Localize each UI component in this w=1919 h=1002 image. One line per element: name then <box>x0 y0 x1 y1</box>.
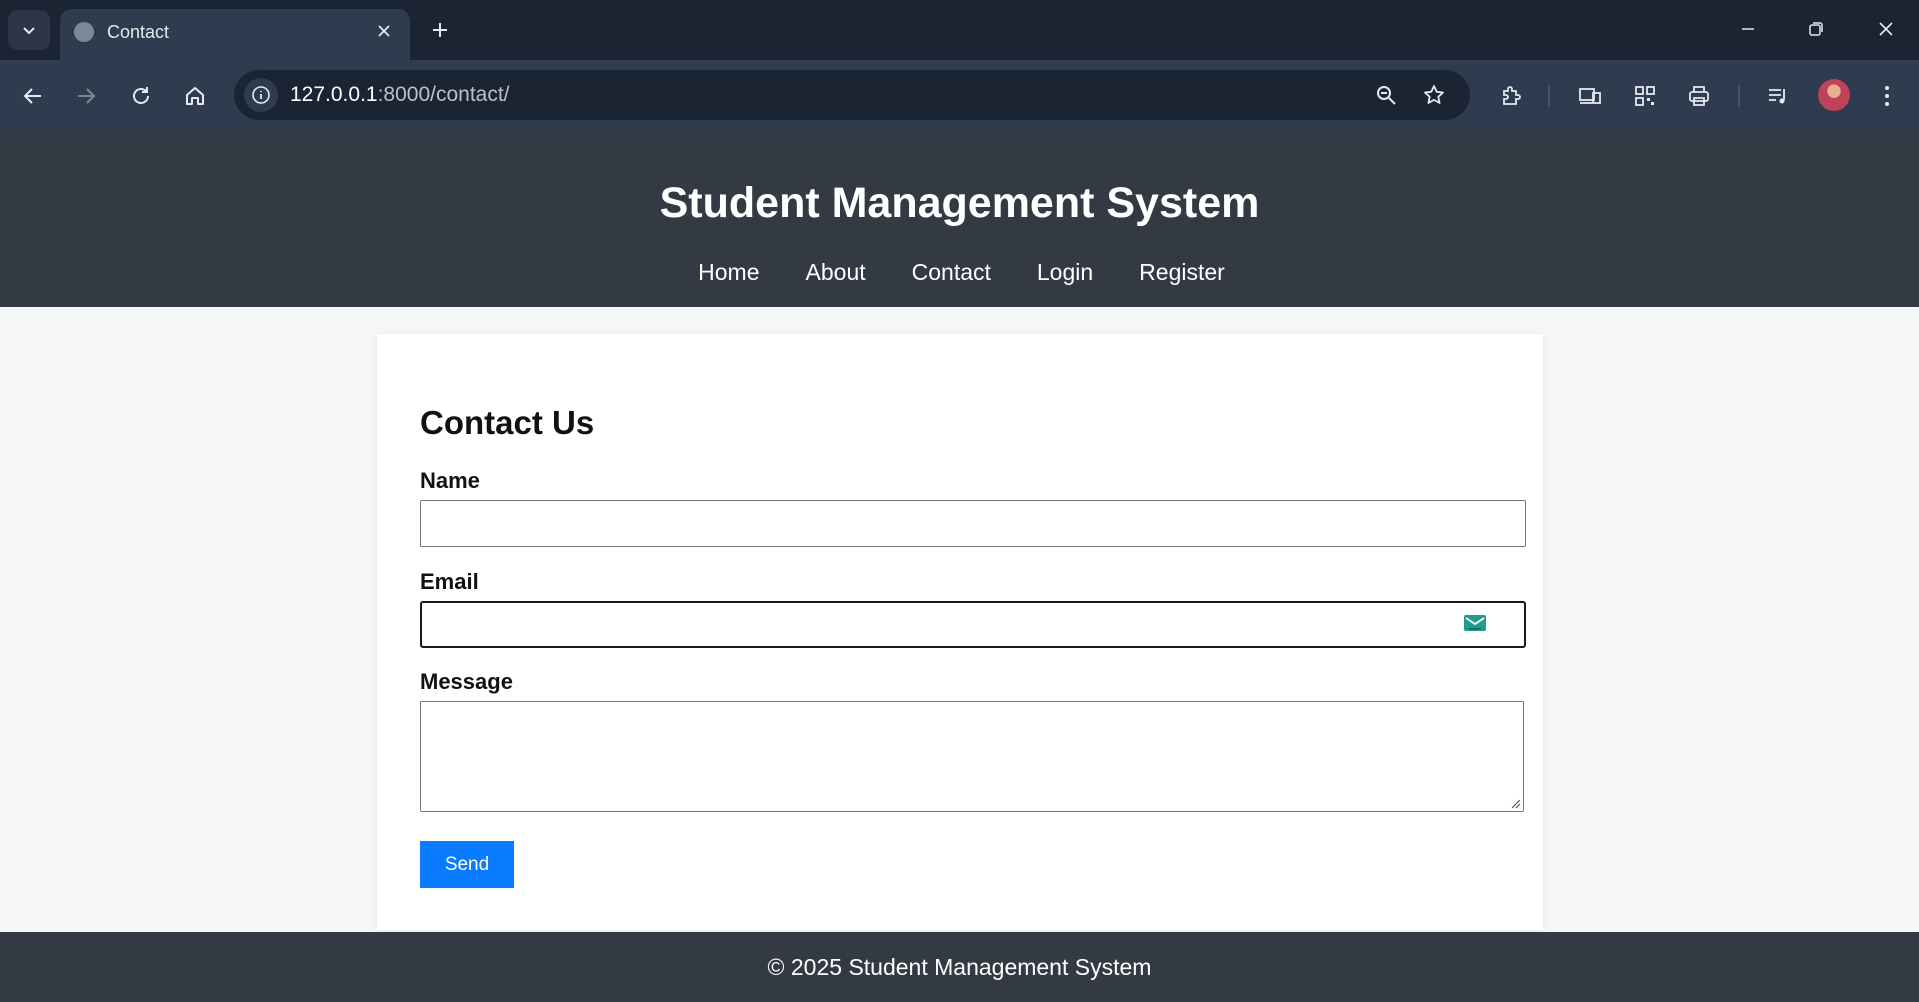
browser-menu-button[interactable] <box>1869 78 1905 114</box>
browser-tab-strip: Contact <box>0 0 1919 60</box>
arrow-left-icon <box>23 88 41 104</box>
cast-devices-button[interactable] <box>1572 78 1608 114</box>
restore-window-button[interactable] <box>1788 8 1844 50</box>
profile-avatar[interactable] <box>1818 79 1850 111</box>
browser-toolbar: 127.0.0.1:8000/contact/ <box>0 60 1919 129</box>
url-path: :8000/contact/ <box>377 83 510 106</box>
minimize-icon <box>1742 28 1754 30</box>
message-label: Message <box>420 669 513 694</box>
restore-icon <box>1809 22 1823 36</box>
nav-link-register[interactable]: Register <box>1139 259 1225 286</box>
new-tab-button[interactable] <box>424 14 456 46</box>
reload-button[interactable] <box>121 76 161 116</box>
kebab-menu-icon <box>1885 86 1889 106</box>
contact-card: Contact Us Name Email Message Send <box>377 334 1543 930</box>
chevron-down-icon <box>23 27 35 35</box>
zoom-button[interactable] <box>1370 79 1402 111</box>
extensions-button[interactable] <box>1493 78 1529 114</box>
minimize-window-button[interactable] <box>1720 8 1776 50</box>
address-bar[interactable]: 127.0.0.1:8000/contact/ <box>234 70 1470 120</box>
nav-link-contact[interactable]: Contact <box>912 259 991 286</box>
name-input[interactable] <box>420 500 1526 547</box>
close-icon <box>1879 22 1893 36</box>
toolbar-separator <box>1548 85 1550 107</box>
info-icon <box>252 86 270 104</box>
site-info-button[interactable] <box>244 78 278 112</box>
nav-link-home[interactable]: Home <box>698 259 759 286</box>
message-textarea[interactable] <box>420 701 1524 812</box>
tab-search-button[interactable] <box>8 10 50 50</box>
footer-copyright: © 2025 Student Management System <box>767 954 1152 980</box>
tab-title: Contact <box>107 22 170 42</box>
url-text: 127.0.0.1:8000/contact/ <box>290 83 510 107</box>
plus-icon <box>433 23 447 37</box>
puzzle-icon <box>1503 86 1521 105</box>
email-input[interactable] <box>420 601 1526 648</box>
printer-icon <box>1689 86 1709 106</box>
contact-heading: Contact Us <box>420 404 595 441</box>
nav-link-about[interactable]: About <box>806 259 866 286</box>
home-icon <box>186 87 204 105</box>
email-autofill-icon[interactable] <box>1464 615 1486 631</box>
site-header: Student Management System Home About Con… <box>0 129 1919 307</box>
send-button[interactable]: Send <box>420 841 514 888</box>
home-button[interactable] <box>175 76 215 116</box>
star-icon <box>1424 85 1444 104</box>
devices-icon <box>1579 88 1601 104</box>
main-nav: Home About Contact Login Register <box>0 259 1919 286</box>
resize-handle-icon[interactable] <box>1509 797 1521 809</box>
globe-icon <box>74 22 94 42</box>
close-icon <box>378 25 390 37</box>
toolbar-separator <box>1738 85 1740 107</box>
nav-link-login[interactable]: Login <box>1037 259 1093 286</box>
qr-code-icon <box>1635 86 1655 106</box>
zoom-out-icon <box>1377 86 1396 105</box>
site-title: Student Management System <box>659 179 1260 227</box>
url-host: 127.0.0.1 <box>290 83 378 106</box>
playlist-icon <box>1769 89 1785 104</box>
tab-close-button[interactable] <box>370 17 398 45</box>
email-label: Email <box>420 569 479 594</box>
close-window-button[interactable] <box>1858 8 1914 50</box>
qr-code-button[interactable] <box>1627 78 1663 114</box>
arrow-right-icon <box>78 88 96 104</box>
browser-tab-active[interactable]: Contact <box>60 9 410 60</box>
bookmark-button[interactable] <box>1418 79 1450 111</box>
site-footer: © 2025 Student Management System <box>0 932 1919 1002</box>
name-label: Name <box>420 468 480 493</box>
reload-icon <box>133 87 149 104</box>
forward-button[interactable] <box>66 76 106 116</box>
media-controls-button[interactable] <box>1760 78 1796 114</box>
print-button[interactable] <box>1681 78 1717 114</box>
back-button[interactable] <box>13 76 53 116</box>
